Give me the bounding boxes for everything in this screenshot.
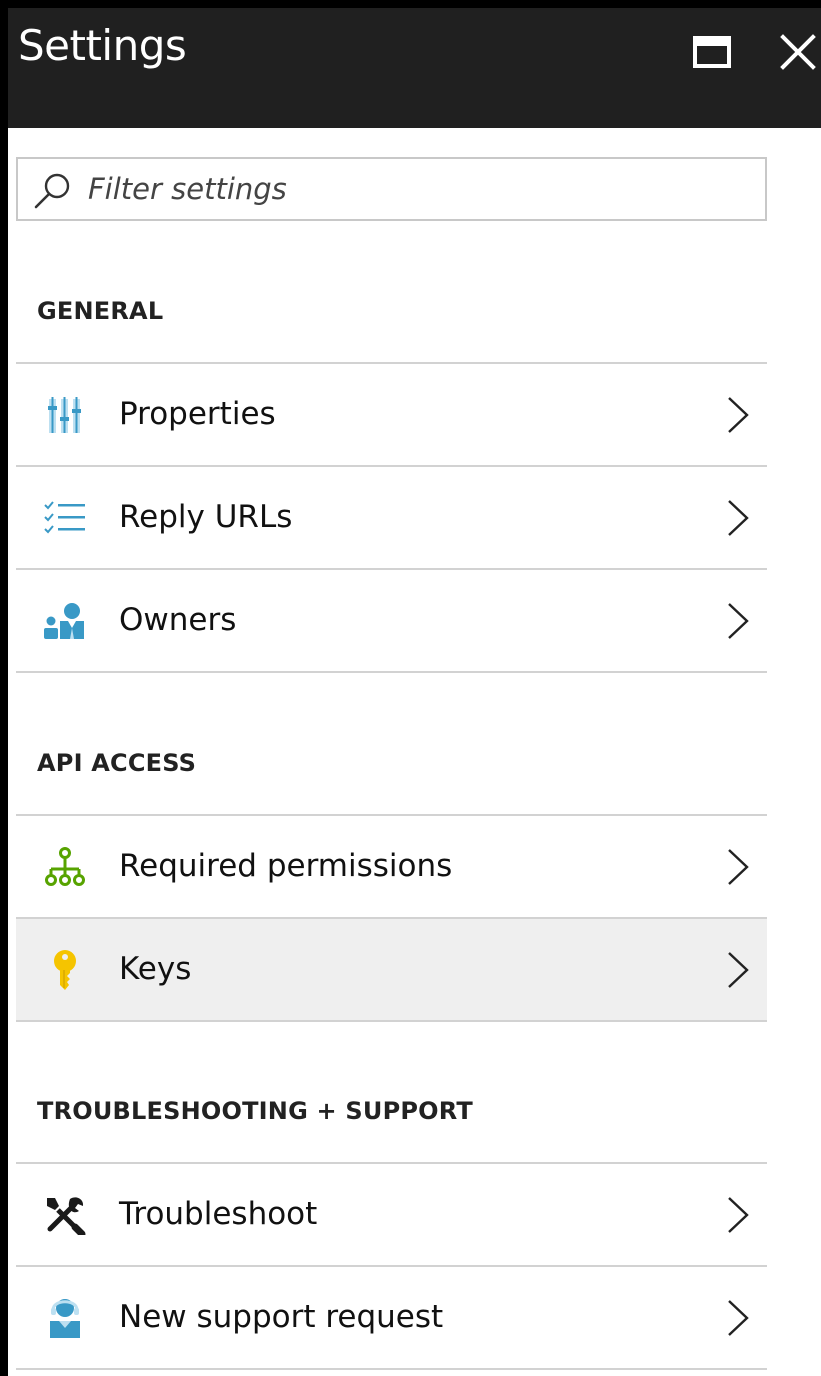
wrench-screwdriver-icon bbox=[42, 1193, 88, 1237]
menu-item-required-permissions[interactable]: Required permissions bbox=[16, 816, 767, 917]
menu-item-label: Owners bbox=[119, 602, 237, 638]
section-header-troubleshooting-support: TROUBLESHOOTING + SUPPORT bbox=[37, 1097, 473, 1125]
page-title: Settings bbox=[18, 21, 187, 70]
window-border-top bbox=[0, 0, 821, 8]
support-person-icon bbox=[42, 1296, 88, 1340]
divider bbox=[16, 671, 767, 673]
owners-icon bbox=[42, 599, 88, 643]
maximize-button[interactable] bbox=[686, 26, 738, 78]
divider bbox=[16, 1020, 767, 1022]
menu-item-label: Properties bbox=[119, 396, 276, 432]
menu-item-label: New support request bbox=[119, 1299, 444, 1335]
divider bbox=[16, 1368, 767, 1370]
section-header-general: GENERAL bbox=[37, 297, 164, 325]
section-header-api-access: API ACCESS bbox=[37, 749, 197, 777]
chevron-right-icon bbox=[728, 1300, 749, 1336]
menu-item-label: Required permissions bbox=[119, 848, 453, 884]
chevron-right-icon bbox=[728, 849, 749, 885]
chevron-right-icon bbox=[728, 397, 749, 433]
blade-header: Settings bbox=[8, 8, 821, 128]
properties-icon bbox=[42, 393, 88, 437]
menu-item-owners[interactable]: Owners bbox=[16, 570, 767, 671]
menu-item-properties[interactable]: Properties bbox=[16, 364, 767, 465]
list-check-icon bbox=[42, 496, 88, 540]
menu-item-label: Keys bbox=[119, 951, 192, 987]
menu-item-new-support-request[interactable]: New support request bbox=[16, 1267, 767, 1368]
close-button[interactable] bbox=[772, 26, 821, 78]
chevron-right-icon bbox=[728, 1197, 749, 1233]
search-icon bbox=[34, 173, 70, 209]
close-icon bbox=[780, 34, 816, 70]
menu-item-keys[interactable]: Keys bbox=[16, 919, 767, 1020]
chevron-right-icon bbox=[728, 952, 749, 988]
window-border-left bbox=[0, 0, 8, 1376]
settings-blade: Settings GENERAL bbox=[0, 0, 821, 1376]
hierarchy-icon bbox=[42, 845, 88, 889]
maximize-icon bbox=[693, 36, 731, 68]
chevron-right-icon bbox=[728, 500, 749, 536]
menu-item-label: Troubleshoot bbox=[119, 1196, 318, 1232]
search-input[interactable] bbox=[88, 167, 748, 211]
chevron-right-icon bbox=[728, 603, 749, 639]
menu-item-troubleshoot[interactable]: Troubleshoot bbox=[16, 1164, 767, 1265]
filter-settings-box[interactable] bbox=[16, 157, 767, 221]
key-icon bbox=[42, 948, 88, 992]
menu-item-reply-urls[interactable]: Reply URLs bbox=[16, 467, 767, 568]
menu-item-label: Reply URLs bbox=[119, 499, 293, 535]
